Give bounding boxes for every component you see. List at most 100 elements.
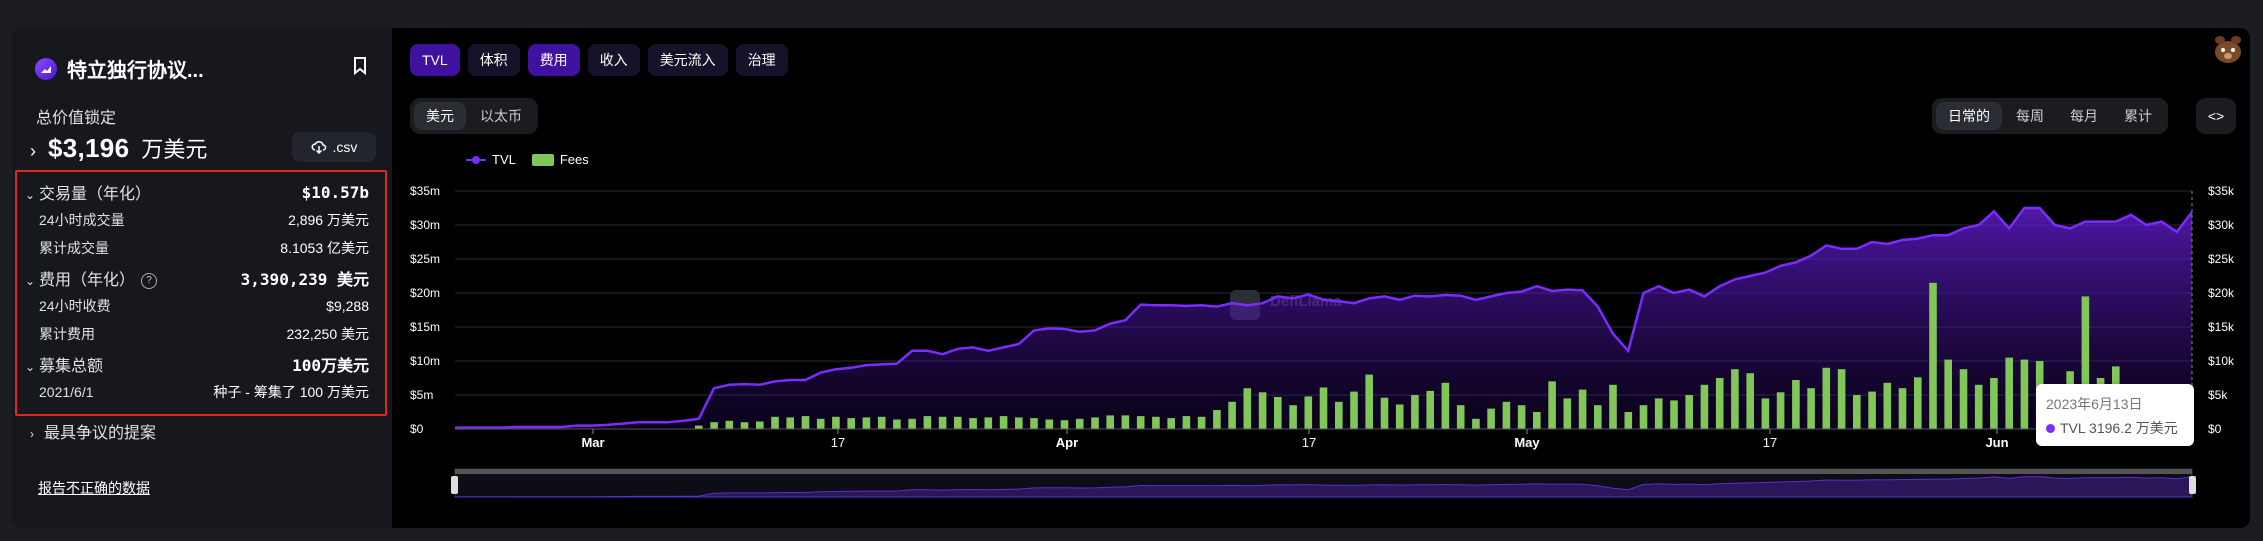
tvl-dot-icon: [2046, 423, 2055, 433]
app-frame: 特立独行协议... 总价值锁定 › $3,196 万美元 .csv ⌄ 交易量（年…: [12, 28, 2250, 528]
period-daily[interactable]: 日常的: [1936, 102, 2002, 130]
fee-bar: [1883, 382, 1892, 429]
volume-row[interactable]: ⌄ 交易量（年化） $10.57b: [25, 180, 369, 204]
y-axis-tick-left: $25m: [410, 252, 440, 266]
help-icon[interactable]: ?: [141, 272, 158, 289]
fee-bar: [1853, 395, 1861, 429]
watermark: DefiLlama: [1270, 293, 1342, 310]
legend-fees[interactable]: Fees: [531, 152, 589, 167]
embed-button[interactable]: <>: [2196, 98, 2236, 134]
fees-cum-row: 累计费用 232,250 美元: [25, 324, 369, 344]
tab-fees[interactable]: 费用: [527, 44, 580, 76]
chevron-down-icon[interactable]: ⌄: [25, 360, 39, 374]
fees-cum-label: 累计费用: [39, 326, 95, 342]
fee-bar: [2020, 359, 2029, 429]
chevron-right-icon[interactable]: ›: [30, 141, 36, 162]
sidebar: 特立独行协议... 总价值锁定 › $3,196 万美元 .csv ⌄ 交易量（年…: [12, 28, 392, 528]
volume-cum-value: 8.1053 亿美元: [280, 240, 369, 256]
raised-label: 募集总额: [39, 358, 104, 375]
chevron-down-icon[interactable]: ⌄: [25, 274, 39, 288]
fee-bar: [1731, 369, 1739, 429]
y-axis-tick-left: $5m: [410, 388, 433, 402]
fees-row[interactable]: ⌄ 费用（年化）? 3,390,239 美元: [25, 266, 369, 290]
fee-bar: [1898, 388, 1907, 429]
fee-bar: [1700, 384, 1709, 429]
fee-bar: [1182, 416, 1191, 429]
fee-bar: [1121, 415, 1130, 429]
legend-tvl-label: TVL: [492, 152, 516, 167]
chevron-down-icon[interactable]: ⌄: [25, 188, 39, 202]
bookmark-icon[interactable]: [351, 56, 369, 78]
fee-bar: [1091, 417, 1099, 429]
fee-bar: [1380, 397, 1389, 429]
currency-usd[interactable]: 美元: [414, 102, 466, 130]
fees-label: 费用（年化）: [39, 272, 136, 289]
fee-bar: [1411, 395, 1419, 429]
y-axis-tick-right: $20k: [2208, 286, 2235, 300]
fee-bar: [923, 416, 932, 429]
fee-bar: [1807, 388, 1815, 429]
round-desc: 种子 - 筹集了 100 万美元: [213, 384, 369, 400]
disputed-label: 最具争议的提案: [44, 425, 157, 442]
report-incorrect-data-link[interactable]: 报告不正确的数据: [38, 478, 150, 498]
fee-bar: [1426, 390, 1434, 429]
fee-bar: [1715, 378, 1724, 429]
fees-24h-label: 24小时收费: [39, 298, 111, 314]
period-weekly[interactable]: 每周: [2004, 102, 2056, 130]
fee-bar: [984, 417, 993, 429]
fee-bar: [1350, 391, 1358, 429]
fee-bar: [1776, 392, 1785, 429]
fee-bar: [1289, 405, 1297, 429]
fee-bar: [938, 416, 947, 429]
fee-bar: [756, 421, 764, 429]
y-axis-tick-right: $15k: [2208, 320, 2235, 334]
period-toggle: 日常的 每周 每月 累计: [1932, 98, 2168, 134]
volume-24h-row: 24小时成交量 2,896 万美元: [25, 210, 369, 230]
zoom-slider-track: [454, 468, 2193, 498]
fee-bar: [1670, 400, 1678, 429]
avatar[interactable]: [2210, 30, 2246, 66]
currency-eth[interactable]: 以太币: [468, 102, 534, 130]
fee-bar: [1472, 418, 1480, 429]
fee-bar: [1152, 416, 1160, 429]
fee-bar: [1197, 416, 1206, 429]
period-cumulative[interactable]: 累计: [2112, 102, 2164, 130]
chart-legend: TVL Fees: [466, 152, 589, 167]
y-axis-tick-left: $10m: [410, 354, 440, 368]
fee-bar: [1959, 369, 1968, 429]
fee-bar: [1060, 420, 1069, 429]
volume-cum-row: 累计成交量 8.1053 亿美元: [25, 238, 369, 258]
y-axis-tick-left: $30m: [410, 218, 440, 232]
fee-bar: [1944, 359, 1952, 429]
volume-label: 交易量（年化）: [39, 186, 152, 203]
y-axis-tick-right: $25k: [2208, 252, 2235, 266]
fee-bar: [1243, 388, 1252, 429]
csv-label: .csv: [332, 139, 358, 155]
protocol-header: 特立独行协议...: [35, 54, 204, 83]
chevron-right-icon: ›: [30, 427, 34, 441]
fee-bar: [1274, 397, 1282, 429]
raised-row[interactable]: ⌄ 募集总额 100万美元: [25, 352, 369, 376]
tab-tvl[interactable]: TVL: [410, 44, 460, 76]
fee-bar: [1228, 401, 1236, 429]
tvl-summary[interactable]: › $3,196 万美元: [30, 132, 207, 164]
fee-bar: [1335, 401, 1343, 429]
tab-usd-inflows[interactable]: 美元流入: [647, 44, 728, 76]
round-date: 2021/6/1: [39, 384, 94, 400]
y-axis-tick-left: $15m: [410, 320, 440, 334]
fee-bar: [710, 422, 718, 429]
fee-bar: [1594, 405, 1602, 429]
download-csv-button[interactable]: .csv: [292, 132, 376, 162]
tab-revenue[interactable]: 收入: [587, 44, 640, 76]
tab-governance[interactable]: 治理: [735, 44, 788, 76]
disputed-proposals-toggle[interactable]: › 最具争议的提案: [30, 419, 156, 443]
fee-bar: [1792, 380, 1800, 429]
fee-bar: [1533, 412, 1541, 429]
fee-bar: [695, 425, 703, 429]
legend-tvl[interactable]: TVL: [466, 152, 516, 167]
period-monthly[interactable]: 每月: [2058, 102, 2110, 130]
tab-volume[interactable]: 体积: [467, 44, 520, 76]
x-axis-tick-label: 17: [1763, 435, 1777, 450]
fee-bar: [740, 422, 749, 429]
fee-bar: [1578, 389, 1587, 429]
